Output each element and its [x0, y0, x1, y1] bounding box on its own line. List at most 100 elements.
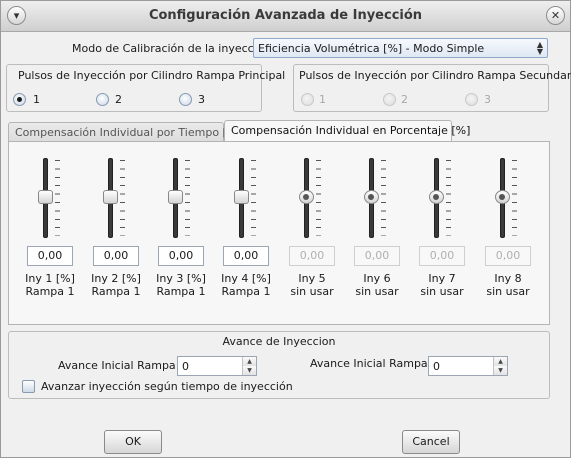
injector-5-label-line2: sin usar — [290, 285, 334, 298]
secondary-pulses-radio-2[interactable] — [383, 93, 396, 106]
injector-3-label-line2: Rampa 1 — [156, 285, 206, 298]
spin-buttons[interactable]: ▲ ▼ — [242, 357, 256, 375]
spin-up-icon[interactable]: ▲ — [243, 357, 256, 366]
secondary-pulses-title: Pulsos de Inyección por Cilindro Rampa S… — [299, 69, 571, 82]
injector-4-label-line1: Iny 4 [%] — [221, 272, 271, 285]
spin-up-icon[interactable]: ▲ — [494, 357, 507, 366]
secondary-pulses-group: Pulsos de Inyección por Cilindro Rampa S… — [293, 64, 571, 112]
ok-button[interactable]: OK — [104, 430, 162, 454]
slider-handle[interactable] — [168, 190, 183, 204]
primary-pulses-label-3: 3 — [198, 93, 205, 106]
slider-ticks — [251, 160, 256, 236]
slider-handle[interactable] — [495, 190, 510, 204]
slider-ticks — [55, 160, 60, 236]
advance-ramp2-spinbox[interactable]: 0 ▲ ▼ — [428, 356, 508, 376]
injector-8-slider[interactable] — [493, 158, 533, 238]
tab-percent-compensation[interactable]: Compensación Individual en Porcentaje [%… — [224, 120, 470, 142]
injector-2-label: Iny 2 [%] Rampa 1 — [81, 272, 151, 298]
injector-8-label-line2: sin usar — [486, 285, 530, 298]
primary-pulses-group: Pulsos de Inyección por Cilindro Rampa P… — [6, 64, 285, 112]
advance-ramp1-value: 0 — [182, 360, 189, 373]
cancel-button[interactable]: Cancel — [402, 430, 460, 454]
injector-6-label-line1: Iny 6 — [363, 272, 391, 285]
injector-5-label-line1: Iny 5 — [298, 272, 326, 285]
injector-8-label-line1: Iny 8 — [494, 272, 522, 285]
calibration-mode-label: Modo de Calibración de la inyección: — [72, 42, 275, 55]
slider-ticks — [446, 160, 451, 236]
injector-6-label: Iny 6 sin usar — [342, 272, 412, 298]
injector-6-value[interactable]: 0,00 — [354, 246, 400, 266]
secondary-pulses-label-3: 3 — [484, 93, 491, 106]
injector-4-label-line2: Rampa 1 — [221, 285, 271, 298]
injector-7-label-line1: Iny 7 — [428, 272, 456, 285]
injector-2-slider[interactable] — [101, 158, 141, 238]
injector-8-label: Iny 8 sin usar — [473, 272, 543, 298]
injector-8-value[interactable]: 0,00 — [485, 246, 531, 266]
secondary-pulses-radio-1[interactable] — [301, 93, 314, 106]
injector-5-slider[interactable] — [297, 158, 337, 238]
injection-advance-title: Avance de Inyeccion — [222, 335, 336, 348]
injector-7-label: Iny 7 sin usar — [407, 272, 477, 298]
secondary-pulses-label-2: 2 — [401, 93, 408, 106]
slider-ticks — [512, 160, 517, 236]
slider-ticks — [316, 160, 321, 236]
primary-pulses-radio-2[interactable] — [96, 93, 109, 106]
slider-ticks — [381, 160, 386, 236]
injector-3-label: Iny 3 [%] Rampa 1 — [146, 272, 216, 298]
primary-pulses-radio-1[interactable] — [13, 93, 26, 106]
slider-ticks — [185, 160, 190, 236]
slider-handle[interactable] — [103, 190, 118, 204]
injector-3-label-line1: Iny 3 [%] — [156, 272, 206, 285]
updown-arrows-icon: ▲ ▼ — [536, 40, 543, 56]
injector-6-slider[interactable] — [362, 158, 402, 238]
injector-3-slider[interactable] — [166, 158, 206, 238]
injector-1-label-line1: Iny 1 [%] — [25, 272, 75, 285]
injector-1-slider[interactable] — [36, 158, 76, 238]
slider-handle[interactable] — [234, 190, 249, 204]
spin-down-icon[interactable]: ▼ — [243, 366, 256, 375]
primary-pulses-label-2: 2 — [115, 93, 122, 106]
primary-pulses-radio-3[interactable] — [179, 93, 192, 106]
spin-down-icon[interactable]: ▼ — [494, 366, 507, 375]
injector-2-value[interactable]: 0,00 — [93, 246, 139, 266]
advance-by-time-checkbox[interactable] — [22, 380, 35, 393]
slider-handle[interactable] — [38, 190, 53, 204]
percent-compensation-panel: 0,00 Iny 1 [%] Rampa 1 0,00 Iny 2 [%] Ra… — [8, 141, 550, 325]
injector-7-label-line2: sin usar — [420, 285, 464, 298]
slider-ticks — [120, 160, 125, 236]
calibration-mode-value: Eficiencia Volumétrica [%] - Modo Simple — [258, 42, 485, 55]
dialog-window: ▾ Configuración Avanzada de Inyección ✕ … — [0, 0, 571, 458]
advance-ramp1-label: Avance Inicial Rampa 1 — [58, 359, 187, 372]
advance-ramp2-value: 0 — [433, 360, 440, 373]
primary-pulses-title: Pulsos de Inyección por Cilindro Rampa P… — [18, 69, 286, 82]
calibration-mode-select[interactable]: Eficiencia Volumétrica [%] - Modo Simple… — [253, 38, 548, 58]
injector-7-slider[interactable] — [427, 158, 467, 238]
window-title: Configuración Avanzada de Inyección — [148, 8, 423, 23]
injector-4-slider[interactable] — [232, 158, 272, 238]
slider-handle[interactable] — [429, 190, 444, 204]
slider-handle[interactable] — [299, 190, 314, 204]
close-icon: ✕ — [550, 9, 561, 22]
close-button[interactable]: ✕ — [546, 6, 565, 25]
tab-time-compensation[interactable]: Compensación Individual por Tiempo [ms] — [8, 122, 248, 142]
primary-pulses-label-1: 1 — [33, 93, 40, 106]
injector-6-label-line2: sin usar — [355, 285, 399, 298]
injector-5-value[interactable]: 0,00 — [289, 246, 335, 266]
advance-by-time-label: Avanzar inyección según tiempo de inyecc… — [41, 380, 293, 393]
title-bar[interactable]: ▾ Configuración Avanzada de Inyección ✕ — [1, 1, 570, 32]
injector-2-label-line1: Iny 2 [%] — [91, 272, 141, 285]
slider-handle[interactable] — [364, 190, 379, 204]
spin-buttons[interactable]: ▲ ▼ — [493, 357, 507, 375]
advance-ramp1-spinbox[interactable]: 0 ▲ ▼ — [177, 356, 257, 376]
injector-1-label-line2: Rampa 1 — [25, 285, 75, 298]
injector-5-label: Iny 5 sin usar — [277, 272, 347, 298]
injector-2-label-line2: Rampa 1 — [91, 285, 141, 298]
injector-1-label: Iny 1 [%] Rampa 1 — [15, 272, 85, 298]
injector-3-value[interactable]: 0,00 — [158, 246, 204, 266]
injector-7-value[interactable]: 0,00 — [419, 246, 465, 266]
advance-ramp2-label: Avance Inicial Rampa 2 — [310, 357, 439, 370]
injector-4-value[interactable]: 0,00 — [223, 246, 269, 266]
injector-1-value[interactable]: 0,00 — [27, 246, 73, 266]
secondary-pulses-radio-3[interactable] — [465, 93, 478, 106]
injector-4-label: Iny 4 [%] Rampa 1 — [211, 272, 281, 298]
